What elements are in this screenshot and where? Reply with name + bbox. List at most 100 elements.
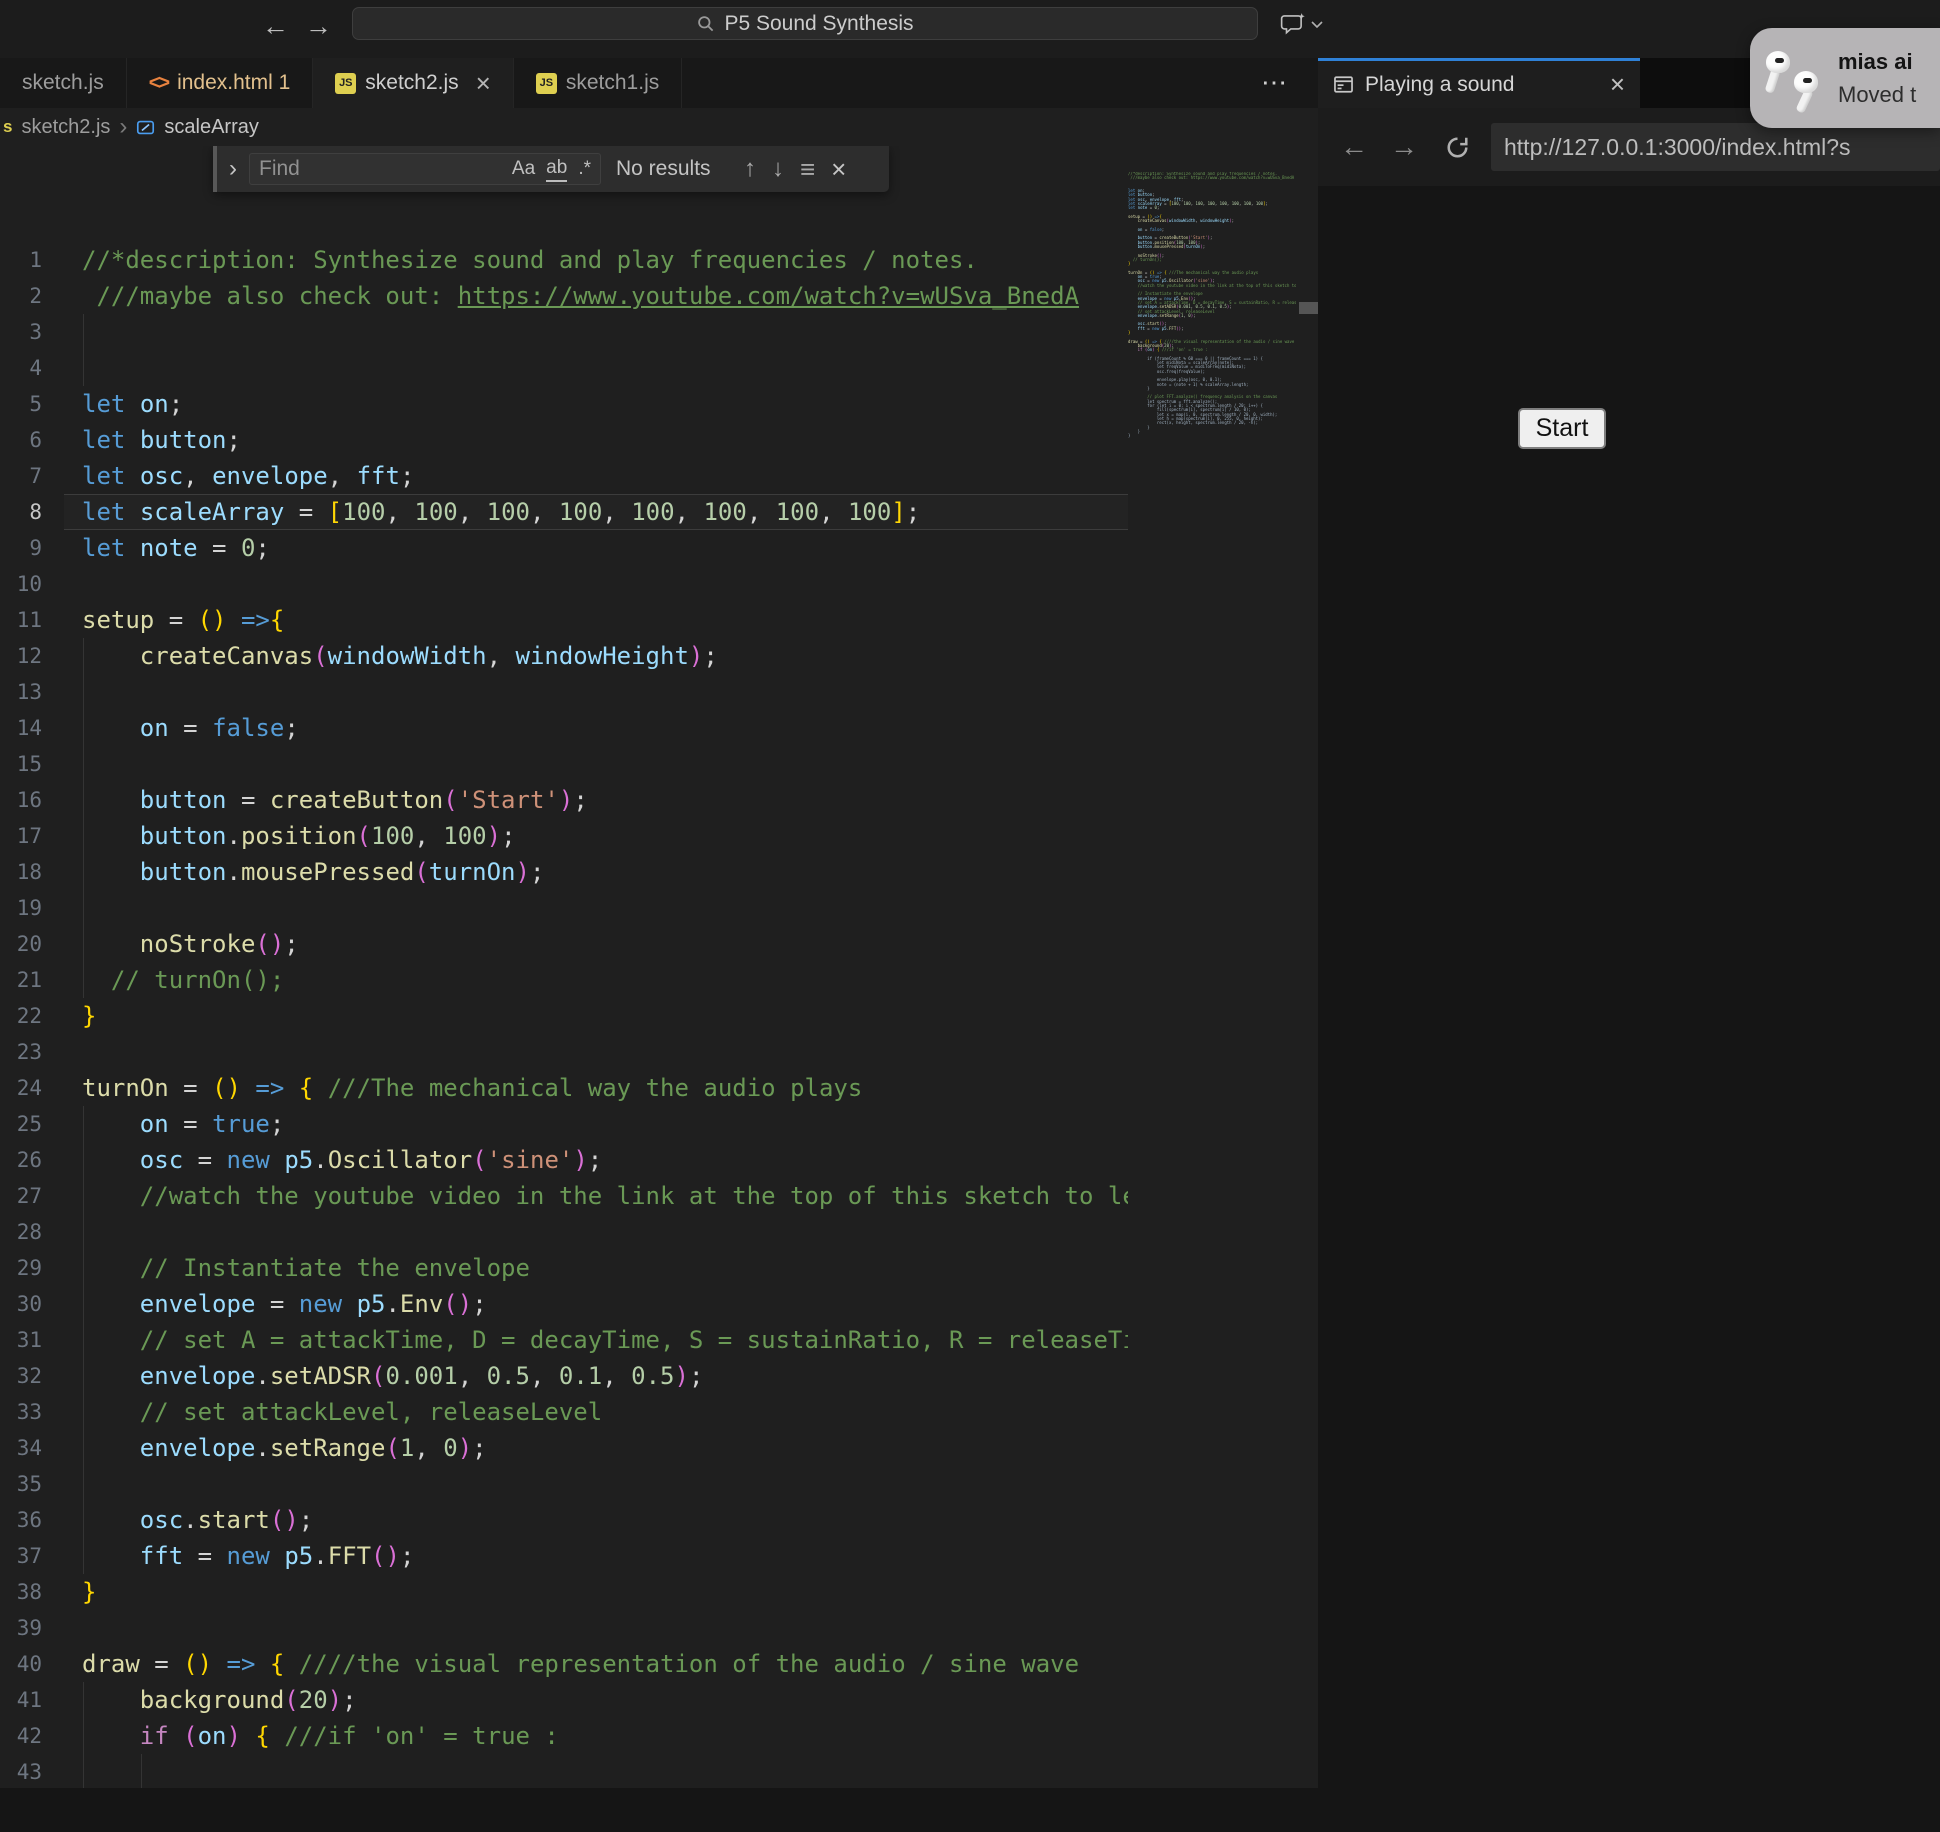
- find-close-icon[interactable]: ×: [831, 154, 846, 185]
- code-line[interactable]: 40 draw = () => { ////the visual represen…: [0, 1646, 1128, 1682]
- code-line[interactable]: 39: [0, 1610, 1128, 1646]
- code-line[interactable]: 6 let button;: [0, 422, 1128, 458]
- code-line[interactable]: 5 let on;: [0, 386, 1128, 422]
- tab-close-icon[interactable]: ×: [476, 70, 491, 96]
- code-line[interactable]: 17 button.position(100, 100);: [0, 818, 1128, 854]
- minimap[interactable]: //*description: Synthesize sound and pla…: [1128, 172, 1296, 438]
- code-line[interactable]: 37 fft = new p5.FFT();: [0, 1538, 1128, 1574]
- url-input[interactable]: http://127.0.0.1:3000/index.html?s: [1491, 123, 1940, 171]
- code-line[interactable]: 12 createCanvas(windowWidth, windowHeigh…: [0, 638, 1128, 674]
- code-line[interactable]: 31 // set A = attackTime, D = decayTime,…: [0, 1322, 1128, 1358]
- code-line[interactable]: 24 turnOn = () => { ///The mechanical way…: [0, 1070, 1128, 1106]
- start-button[interactable]: Start: [1518, 408, 1606, 449]
- code-line[interactable]: 23: [0, 1034, 1128, 1070]
- code-line[interactable]: 14 on = false;: [0, 710, 1128, 746]
- code-text: osc = new p5.Oscillator('sine');: [139, 1146, 603, 1174]
- line-number: 30: [16, 1292, 42, 1316]
- code-line[interactable]: 32 envelope.setADSR(0.001, 0.5, 0.1, 0.5…: [0, 1358, 1128, 1394]
- tab-sketch1-js[interactable]: JS sketch1.js: [513, 58, 683, 108]
- find-input[interactable]: Find Aa ab .*: [249, 153, 601, 185]
- js-file-icon: JS: [335, 72, 357, 94]
- tab-playing-a-sound[interactable]: Playing a sound ×: [1318, 58, 1640, 108]
- code-line[interactable]: 36 osc.start();: [0, 1502, 1128, 1538]
- system-notification[interactable]: mias ai Moved t: [1750, 28, 1940, 128]
- whole-word-icon[interactable]: ab: [546, 157, 568, 182]
- code-line[interactable]: 10: [0, 566, 1128, 602]
- code-line[interactable]: 4: [0, 350, 1128, 386]
- code-line[interactable]: 28: [0, 1214, 1128, 1250]
- code-line[interactable]: 25 on = true;: [0, 1106, 1128, 1142]
- code-line[interactable]: 7 let osc, envelope, fft;: [0, 458, 1128, 494]
- breadcrumb-file[interactable]: sketch2.js: [21, 116, 110, 139]
- history-forward-icon[interactable]: →: [305, 11, 332, 42]
- code-text: background(20);: [139, 1686, 357, 1714]
- code-line[interactable]: 38}: [0, 1574, 1128, 1610]
- copilot-menu-button[interactable]: [1280, 12, 1324, 36]
- code-line[interactable]: 13: [0, 674, 1128, 710]
- find-in-selection-icon[interactable]: ≡: [800, 154, 815, 185]
- browser-preview-icon: [1333, 74, 1354, 95]
- code-line[interactable]: 26 osc = new p5.Oscillator('sine');: [0, 1142, 1128, 1178]
- browser-refresh-icon[interactable]: [1444, 134, 1471, 161]
- browser-forward-icon[interactable]: →: [1390, 131, 1418, 163]
- code-area[interactable]: 1 //*description: Synthesize sound and pl…: [0, 242, 1128, 1788]
- line-number: 22: [16, 1004, 42, 1028]
- scrollbar-handle[interactable]: [1299, 302, 1318, 314]
- command-center-search[interactable]: P5 Sound Synthesis: [352, 7, 1258, 40]
- tab-sketch2-js[interactable]: JS sketch2.js ×: [313, 58, 514, 108]
- code-line[interactable]: 27 //watch the youtube video in the link…: [0, 1178, 1128, 1214]
- tab-sketch-js[interactable]: sketch.js: [0, 58, 127, 108]
- code-text: // set attackLevel, releaseLevel: [139, 1398, 603, 1426]
- history-back-icon[interactable]: ←: [262, 11, 289, 42]
- browser-back-icon[interactable]: ←: [1340, 131, 1368, 163]
- code-line[interactable]: 2 ///maybe also check out: https://www.y…: [0, 278, 1128, 314]
- code-line[interactable]: 35: [0, 1466, 1128, 1502]
- match-case-icon[interactable]: Aa: [512, 158, 535, 181]
- code-line[interactable]: 15: [0, 746, 1128, 782]
- indent-guide: [83, 782, 84, 818]
- code-line[interactable]: 34 envelope.setRange(1, 0);: [0, 1430, 1128, 1466]
- code-line[interactable]: 30 envelope = new p5.Env();: [0, 1286, 1128, 1322]
- code-line[interactable]: 33 // set attackLevel, releaseLevel: [0, 1394, 1128, 1430]
- preview-tab-close-icon[interactable]: ×: [1610, 69, 1625, 100]
- code-line[interactable]: 20 noStroke();: [0, 926, 1128, 962]
- code-line[interactable]: 43: [0, 1754, 1128, 1788]
- line-number: 1: [29, 248, 42, 272]
- code-line[interactable]: 21 // turnOn();: [0, 962, 1128, 998]
- line-number: 17: [16, 824, 42, 848]
- code-line[interactable]: 29 // Instantiate the envelope: [0, 1250, 1128, 1286]
- code-line[interactable]: 19: [0, 890, 1128, 926]
- code-line[interactable]: 16 button = createButton('Start');: [0, 782, 1128, 818]
- code-line[interactable]: 42 if (on) { ///if 'on' = true :: [0, 1718, 1128, 1754]
- notification-text: mias ai Moved t: [1838, 49, 1916, 108]
- previous-match-icon[interactable]: ↑: [744, 155, 756, 183]
- code-line[interactable]: 41 background(20);: [0, 1682, 1128, 1718]
- js-file-icon-fragment: s: [3, 117, 13, 136]
- code-text: if (on) { ///if 'on' = true :: [139, 1722, 559, 1750]
- more-actions-icon[interactable]: ⋯: [1252, 58, 1296, 108]
- code-line[interactable]: 18 button.mousePressed(turnOn);: [0, 854, 1128, 890]
- code-editor[interactable]: 1 //*description: Synthesize sound and pl…: [0, 146, 1318, 1788]
- code-text: }: [82, 1578, 97, 1606]
- indent-guide: [83, 1142, 84, 1178]
- next-match-icon[interactable]: ↓: [772, 155, 784, 183]
- code-line[interactable]: 8 let scaleArray = [100, 100, 100, 100, 1…: [0, 494, 1128, 530]
- browser-viewport: Start: [1318, 186, 1940, 1788]
- code-line[interactable]: 11 setup = () =>{: [0, 602, 1128, 638]
- regex-icon[interactable]: .*: [578, 158, 591, 181]
- code-line[interactable]: 22}: [0, 998, 1128, 1034]
- code-line[interactable]: 9 let note = 0;: [0, 530, 1128, 566]
- code-text: noStroke();: [139, 930, 299, 958]
- code-line[interactable]: 3: [0, 314, 1128, 350]
- tab-index-html[interactable]: <> index.html 1: [126, 58, 314, 108]
- code-text: //watch the youtube video in the link at…: [139, 1182, 1128, 1210]
- find-expand-chevron-icon[interactable]: ›: [217, 155, 249, 183]
- indent-guide: [83, 674, 84, 710]
- code-text: on = false;: [139, 714, 299, 742]
- breadcrumb-symbol[interactable]: scaleArray: [164, 116, 258, 139]
- code-line[interactable]: 1 //*description: Synthesize sound and pl…: [0, 242, 1128, 278]
